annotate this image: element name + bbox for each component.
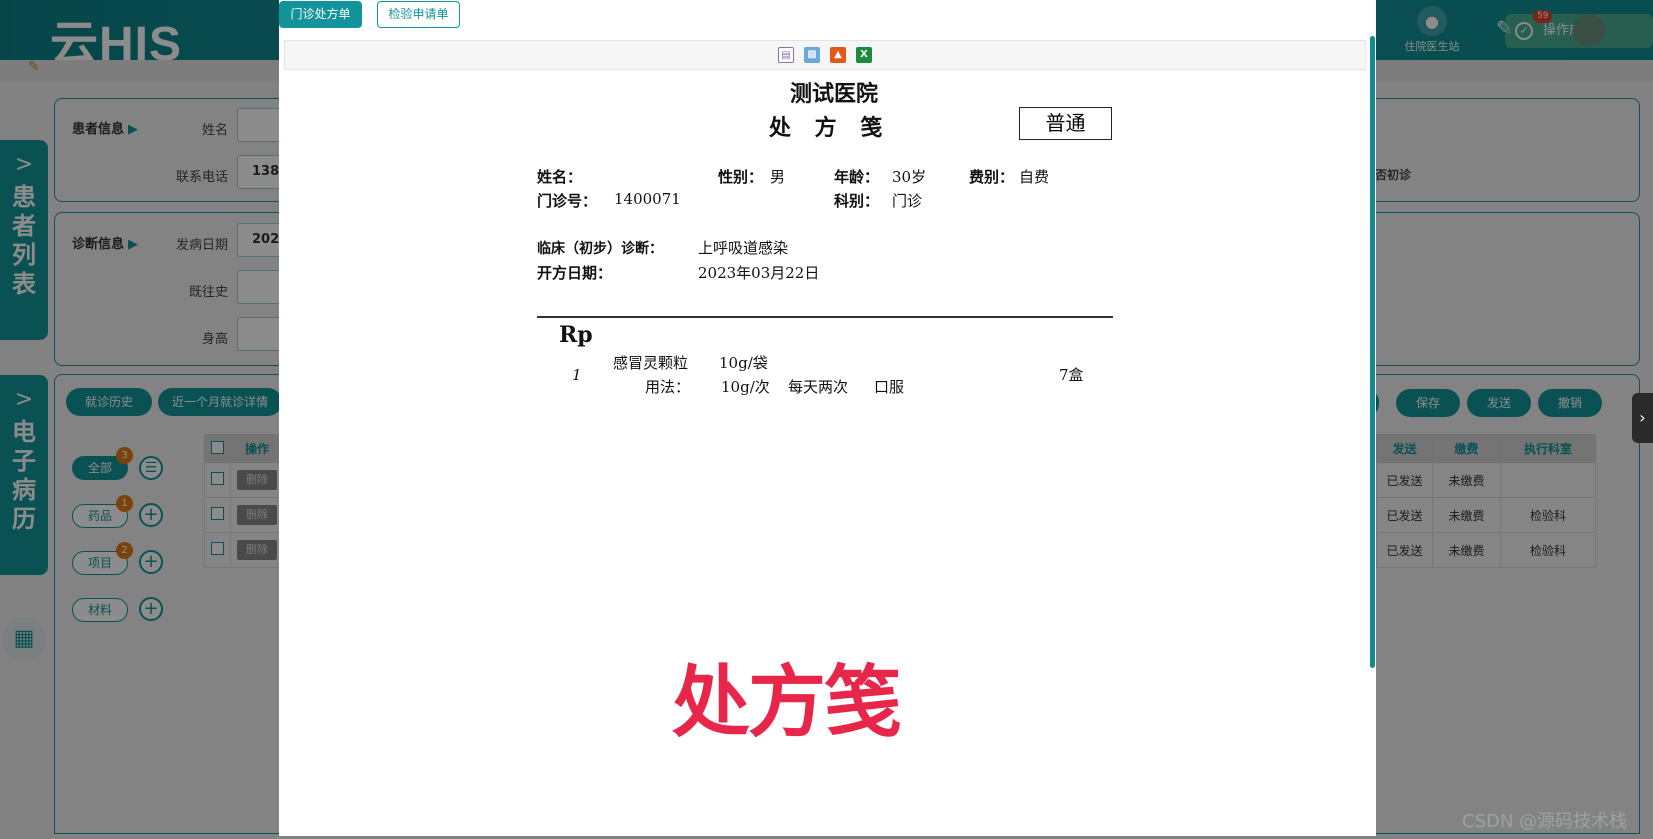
- chevron-right-icon[interactable]: ›: [1632, 393, 1653, 443]
- dept-value: 门诊: [892, 192, 923, 210]
- tab-prescription[interactable]: 门诊处方单: [279, 1, 362, 28]
- frequency: 每天两次: [788, 378, 849, 396]
- divider: [537, 316, 1113, 318]
- drug-spec: 10g/袋: [719, 354, 768, 372]
- watermark: CSDN @源码技术栈: [1462, 811, 1628, 832]
- gender-value: 男: [770, 168, 786, 186]
- diagnosis-label: 临床（初步）诊断：: [537, 241, 663, 257]
- fee-label: 费别：: [969, 168, 1015, 186]
- caption-overlay: 处方笺: [672, 658, 902, 748]
- age-label: 年龄：: [834, 168, 880, 186]
- date-value: 2023年03月22日: [698, 264, 820, 282]
- clinic-no-value: 1400071: [614, 190, 681, 208]
- name-label: 姓名：: [537, 168, 583, 186]
- item-index: 1: [572, 366, 582, 384]
- prescription-title: 处 方 笺: [769, 115, 891, 141]
- diagnosis-value: 上呼吸道感染: [698, 239, 789, 257]
- gender-label: 性别：: [718, 168, 764, 186]
- usage-label: 用法：: [645, 378, 691, 396]
- prescription-type: 普通: [1019, 107, 1112, 140]
- fee-value: 自费: [1019, 168, 1050, 186]
- dept-label: 科别：: [834, 192, 880, 210]
- rp-mark: Rp: [559, 322, 593, 348]
- hospital-name: 测试医院: [790, 81, 879, 107]
- date-label: 开方日期：: [537, 264, 613, 282]
- clinic-no-label: 门诊号：: [537, 192, 598, 210]
- dose: 10g/次: [721, 378, 770, 396]
- age-value: 30岁: [892, 168, 927, 186]
- route: 口服: [874, 378, 905, 396]
- drug-name: 感冒灵颗粒: [613, 354, 689, 372]
- quantity: 7盒: [1059, 366, 1084, 384]
- scrollbar[interactable]: [1370, 36, 1375, 668]
- tab-lab-request[interactable]: 检验申请单: [377, 1, 460, 28]
